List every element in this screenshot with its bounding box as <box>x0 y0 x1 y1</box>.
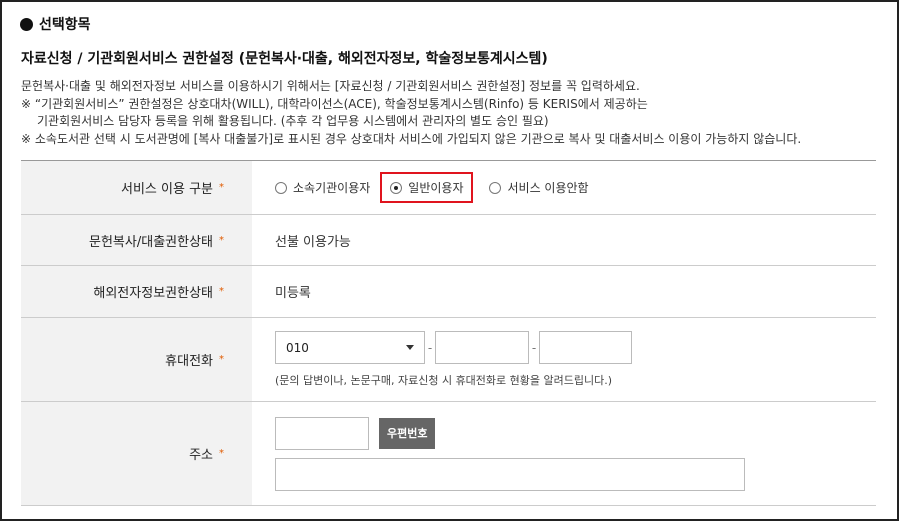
zip-code-button[interactable]: 우편번호 <box>379 417 436 449</box>
content-cell: 소속기관이용자 일반이용자 서비스 이용안함 <box>252 161 876 214</box>
zip-line: 우편번호 <box>275 416 745 450</box>
form-table: 서비스 이용 구분 * 소속기관이용자 일반이용자 서비스 이용안함 문헌복사/… <box>21 160 876 506</box>
radio-icon[interactable] <box>275 181 287 194</box>
chevron-down-icon[interactable] <box>406 345 414 350</box>
row-service-type: 서비스 이용 구분 * 소속기관이용자 일반이용자 서비스 이용안함 <box>21 161 876 215</box>
subsection-title: 자료신청 / 기관회원서비스 권한설정 (문헌복사·대출, 해외전자정보, 학술… <box>21 51 548 67</box>
field-label: 휴대전화 <box>165 354 213 369</box>
row-copy-loan-status: 문헌복사/대출권한상태 * 선불 이용가능 <box>21 215 876 266</box>
note-line: ※ “기관회원서비스” 권한설정은 상호대차(WILL), 대학라이선스(ACE… <box>21 96 648 111</box>
field-label: 문헌복사/대출권한상태 <box>89 234 213 250</box>
field-label: 주소 <box>189 448 213 463</box>
phone-prefix-value: 010 <box>286 340 309 355</box>
radio-icon[interactable] <box>489 181 502 194</box>
label-cell: 서비스 이용 구분 * <box>21 161 252 214</box>
label-cell: 주소 * <box>21 402 252 505</box>
copy-loan-status-value: 선불 이용가능 <box>275 234 351 250</box>
section-heading: 선택항목 <box>20 14 91 34</box>
label-cell: 문헌복사/대출권한상태 * <box>21 215 252 265</box>
phone-prefix-select[interactable]: 010 <box>275 331 425 364</box>
phone-block: 010 - - (문의 답변이나, 논문구매, 자료신청 시 휴대전화로 현황을… <box>275 331 632 388</box>
field-label: 해외전자정보권한상태 <box>93 286 213 301</box>
content-cell: 우편번호 <box>252 402 876 505</box>
required-mark: * <box>219 234 224 246</box>
phone-separator: - <box>531 340 537 355</box>
field-label: 서비스 이용 구분 <box>121 182 213 197</box>
radio-option-affiliated[interactable]: 소속기관이용자 <box>275 179 370 196</box>
radio-label: 일반이용자 <box>408 181 464 195</box>
content-cell: 미등록 <box>252 266 876 317</box>
row-address: 주소 * 우편번호 <box>21 402 876 506</box>
content-cell: 010 - - (문의 답변이나, 논문구매, 자료신청 시 휴대전화로 현황을… <box>252 318 876 401</box>
required-mark: * <box>219 448 224 459</box>
overseas-status-value: 미등록 <box>275 286 311 301</box>
phone-last-input[interactable] <box>539 331 632 364</box>
label-cell: 휴대전화 * <box>21 318 252 401</box>
radio-option-none[interactable]: 서비스 이용안함 <box>489 179 589 196</box>
note-line: 문헌복사·대출 및 해외전자정보 서비스를 이용하시기 위해서는 [자료신청 /… <box>21 79 640 93</box>
section-title: 선택항목 <box>39 17 91 33</box>
form-panel: 선택항목 자료신청 / 기관회원서비스 권한설정 (문헌복사·대출, 해외전자정… <box>0 0 899 521</box>
phone-separator: - <box>427 340 433 355</box>
required-mark: * <box>219 182 224 193</box>
bullet-icon <box>20 17 33 31</box>
label-cell: 해외전자정보권한상태 * <box>21 266 252 317</box>
content-cell: 선불 이용가능 <box>252 215 876 265</box>
required-mark: * <box>219 286 224 297</box>
phone-inputs: 010 - - <box>275 331 632 364</box>
radio-label: 서비스 이용안함 <box>507 181 589 195</box>
radio-selected-icon[interactable] <box>390 181 403 194</box>
required-mark: * <box>219 354 224 365</box>
service-type-radio-group: 소속기관이용자 일반이용자 서비스 이용안함 <box>275 172 609 203</box>
phone-help-text: (문의 답변이나, 논문구매, 자료신청 시 휴대전화로 현황을 알려드립니다.… <box>275 374 613 387</box>
zip-code-input[interactable] <box>275 416 369 450</box>
row-phone: 휴대전화 * 010 - - (문의 답변이나, 논문구매, 자료신청 시 휴대… <box>21 318 876 402</box>
notes: 문헌복사·대출 및 해외전자정보 서비스를 이용하시기 위해서는 [자료신청 /… <box>21 78 801 148</box>
note-line: ※ 소속도서관 선택 시 도서관명에 [복사 대출불가]로 표시된 경우 상호대… <box>21 131 802 146</box>
phone-middle-input[interactable] <box>435 331 529 364</box>
row-overseas-status: 해외전자정보권한상태 * 미등록 <box>21 266 876 318</box>
note-line: 기관회원서비스 담당자 등록을 위해 활용됩니다. (추후 각 업무용 시스템에… <box>37 114 549 128</box>
address-input[interactable] <box>275 457 745 491</box>
address-block: 우편번호 <box>275 416 745 491</box>
radio-label: 소속기관이용자 <box>293 181 371 195</box>
radio-option-general[interactable]: 일반이용자 <box>380 172 474 203</box>
